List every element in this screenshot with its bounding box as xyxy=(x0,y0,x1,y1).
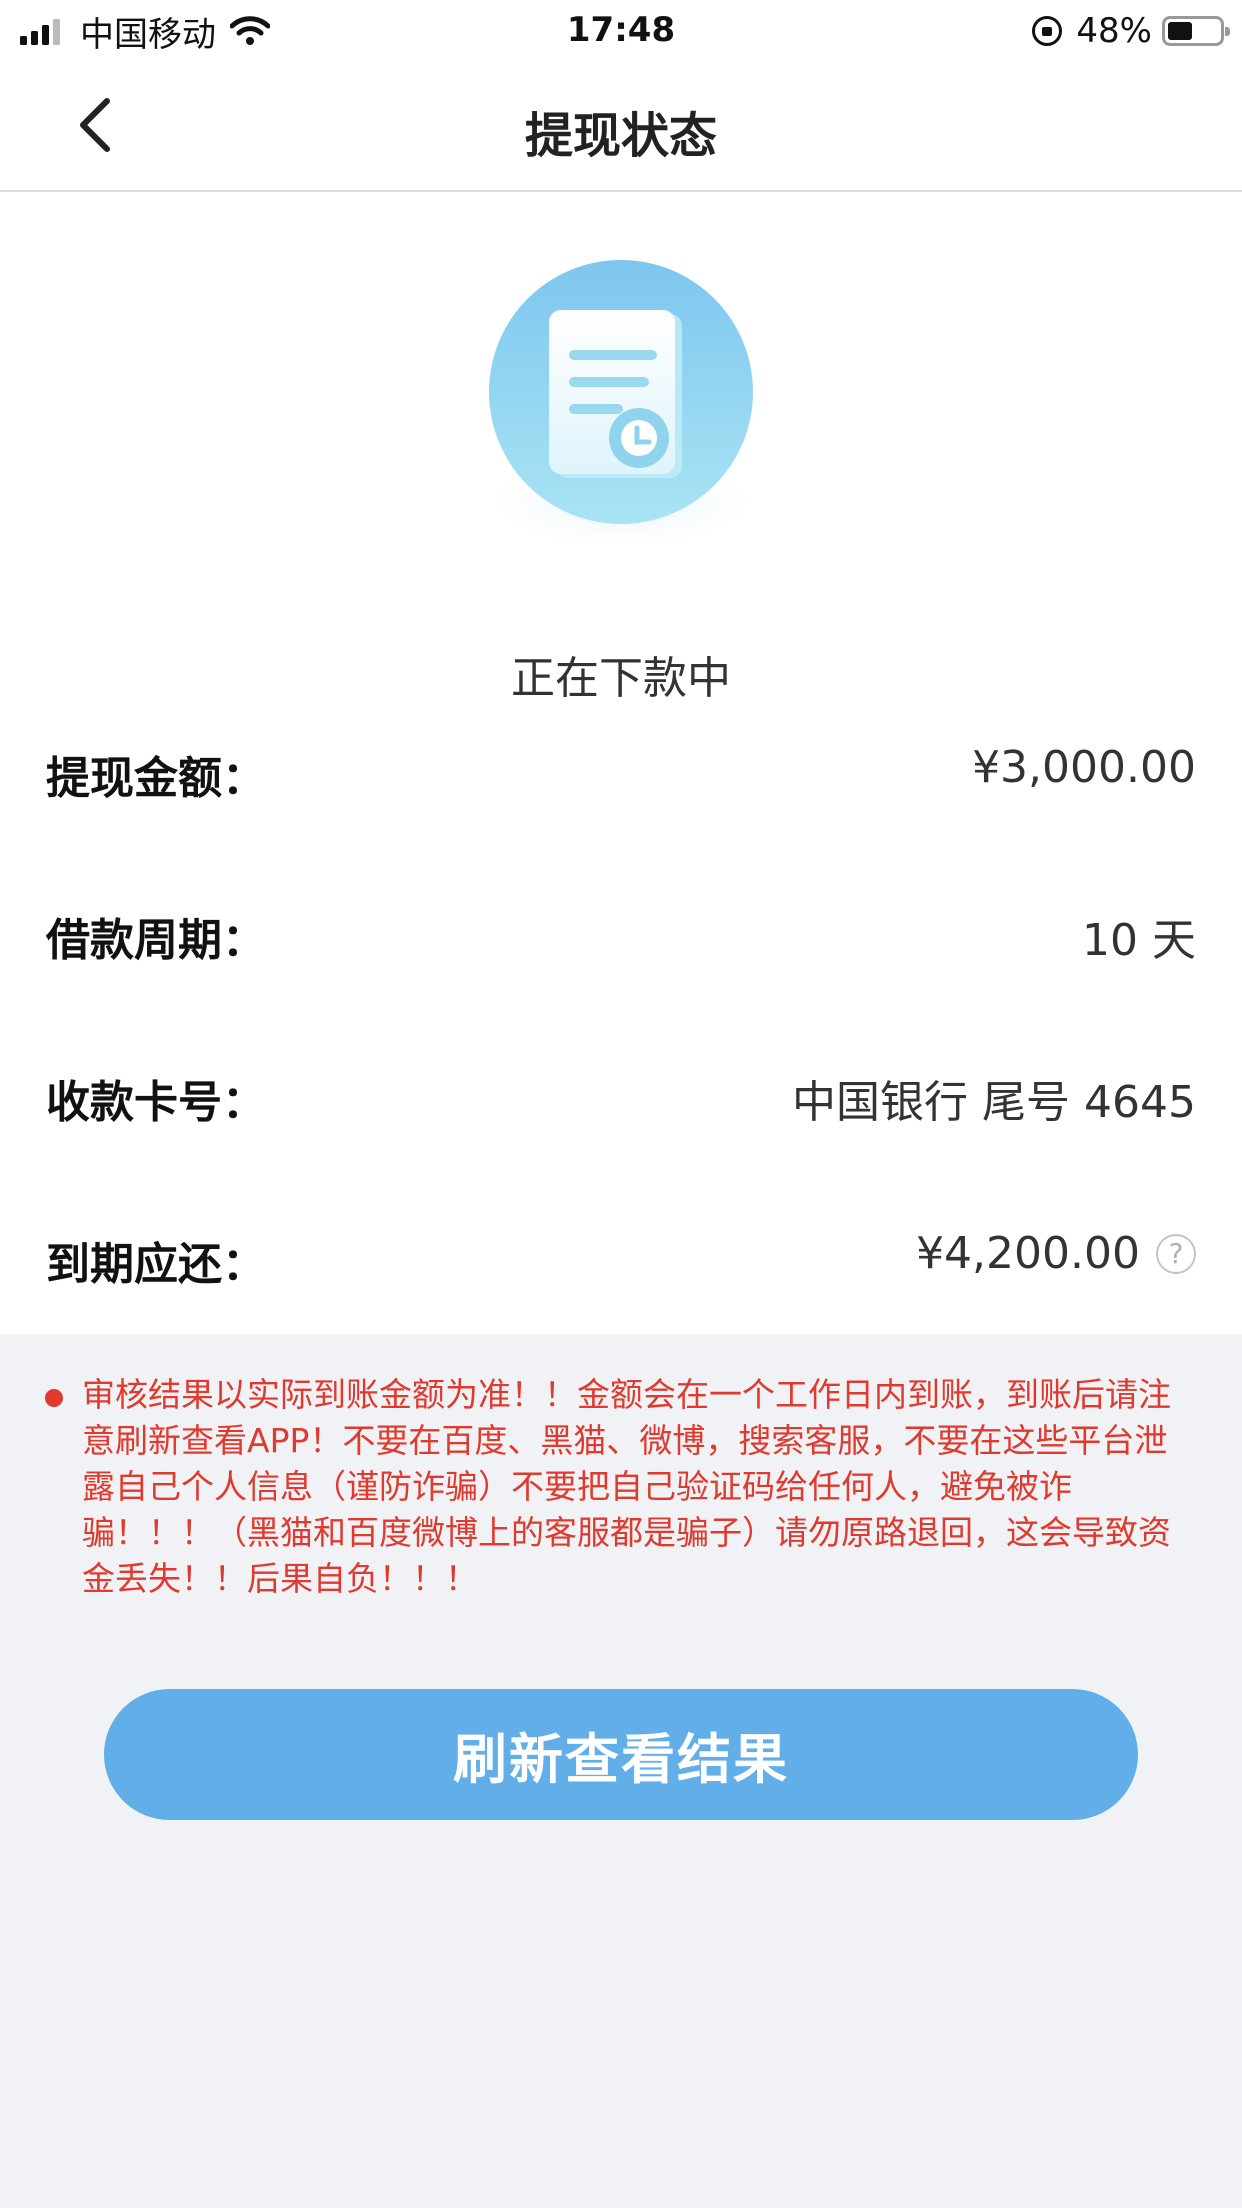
document-clock-icon xyxy=(471,260,771,552)
status-text: 正在下款中 xyxy=(511,653,731,704)
battery-percent: 48% xyxy=(1076,11,1152,51)
card-label: 收款卡号： xyxy=(46,1077,266,1128)
notice-text: 审核结果以实际到账金额为准！！金额会在一个工作日内到账，到账后请注意刷新查看AP… xyxy=(82,1375,1171,1598)
status-bar: 中国移动 17:48 48% xyxy=(0,0,1242,62)
due-label: 到期应还： xyxy=(46,1239,266,1290)
detail-row-amount: 提现金额： ¥3,000.00 xyxy=(46,734,1196,814)
amount-value: ¥3,000.00 xyxy=(972,742,1196,793)
refresh-result-button[interactable]: 刷新查看结果 xyxy=(104,1689,1138,1820)
notice-box: 审核结果以实际到账金额为准！！金额会在一个工作日内到账，到账后请注意刷新查看AP… xyxy=(0,1334,1242,1602)
notice-bullet xyxy=(45,1389,63,1407)
period-value: 10 天 xyxy=(1082,915,1196,966)
status-bar-right: 48% xyxy=(1032,10,1230,52)
detail-row-period: 借款周期： 10 天 xyxy=(46,896,1196,976)
amount-label: 提现金额： xyxy=(46,753,266,804)
page-title: 提现状态 xyxy=(524,108,717,164)
help-icon[interactable]: ? xyxy=(1156,1233,1196,1274)
rotation-lock-icon xyxy=(1032,16,1063,46)
due-value: ¥4,200.00 xyxy=(916,1228,1140,1279)
battery-level xyxy=(1168,22,1192,40)
due-value-group: ¥4,200.00 ? xyxy=(916,1228,1196,1279)
withdraw-status-panel: 正在下款中 提现金额： ¥3,000.00 借款周期： 10 天 收款卡号： 中… xyxy=(0,192,1242,1334)
period-label: 借款周期： xyxy=(46,915,266,966)
detail-row-due: 到期应还： ¥4,200.00 ? xyxy=(46,1220,1196,1300)
detail-row-card: 收款卡号： 中国银行 尾号 4645 xyxy=(46,1058,1196,1138)
battery-icon xyxy=(1162,16,1230,46)
navigation-bar: 提现状态 xyxy=(0,62,1242,192)
card-value: 中国银行 尾号 4645 xyxy=(792,1077,1196,1128)
